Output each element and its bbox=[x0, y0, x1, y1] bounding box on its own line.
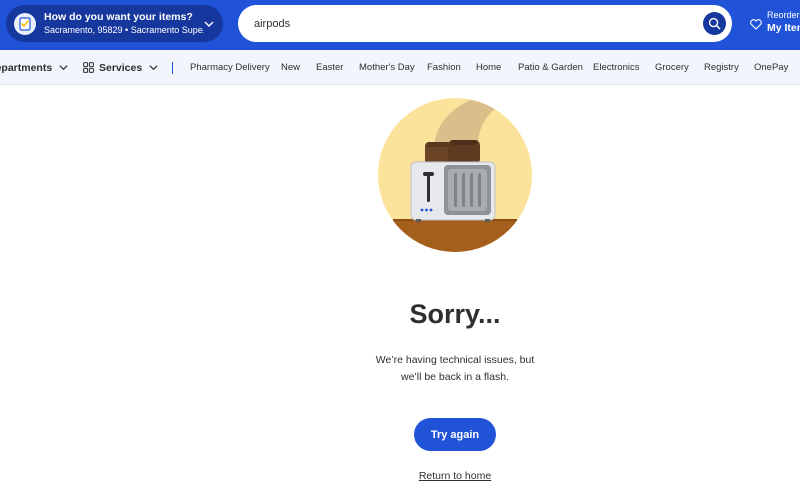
nav-link-patio-garden[interactable]: Patio & Garden bbox=[518, 50, 583, 84]
nav-link-registry[interactable]: Registry bbox=[704, 50, 739, 84]
nav-link-electronics[interactable]: Electronics bbox=[593, 50, 639, 84]
error-message-line-1: We’re having technical issues, but bbox=[375, 354, 535, 366]
error-title: Sorry... bbox=[409, 299, 501, 329]
reorder-label: Reorder bbox=[767, 10, 800, 20]
category-nav: Departments Services Pharmacy Delivery N… bbox=[0, 50, 800, 85]
search-icon bbox=[708, 17, 721, 30]
services-label: Services bbox=[99, 61, 143, 74]
nav-link-fashion[interactable]: Fashion bbox=[427, 50, 461, 84]
header: How do you want your items? Sacramento, … bbox=[0, 0, 800, 50]
error-message-line-2: we’ll be back in a flash. bbox=[401, 371, 509, 383]
try-again-button[interactable]: Try again bbox=[414, 418, 496, 451]
chevron-down-icon bbox=[203, 17, 215, 35]
nav-link-onepay[interactable]: OnePay bbox=[754, 50, 788, 84]
nav-link-pharmacy-delivery[interactable]: Pharmacy Delivery bbox=[190, 50, 270, 84]
nav-divider bbox=[172, 62, 173, 74]
services-menu[interactable]: Services bbox=[83, 50, 159, 84]
nav-link-mothers-day[interactable]: Mother's Day bbox=[359, 50, 415, 84]
search-input[interactable] bbox=[254, 17, 694, 30]
delivery-location: Sacramento, 95829 • Sacramento Supe... bbox=[44, 25, 204, 36]
heart-icon bbox=[750, 17, 762, 35]
nav-link-easter[interactable]: Easter bbox=[316, 50, 343, 84]
grid-icon bbox=[83, 62, 94, 73]
nav-link-home[interactable]: Home bbox=[476, 50, 501, 84]
toaster-illustration bbox=[378, 98, 532, 252]
nav-link-new[interactable]: New bbox=[281, 50, 300, 84]
delivery-title: How do you want your items? bbox=[44, 11, 193, 24]
departments-menu[interactable]: Departments bbox=[0, 50, 69, 84]
departments-label: Departments bbox=[0, 61, 53, 74]
search-bar bbox=[238, 5, 732, 42]
nav-link-grocery[interactable]: Grocery bbox=[655, 50, 689, 84]
error-message: We’re having technical issues, but we’ll… bbox=[330, 352, 580, 386]
chevron-down-icon bbox=[58, 62, 69, 73]
my-items-label: My Items bbox=[767, 22, 800, 34]
return-to-home-link[interactable]: Return to home bbox=[405, 470, 505, 482]
search-button[interactable] bbox=[703, 12, 726, 35]
reorder-my-items[interactable]: Reorder My Items bbox=[750, 9, 800, 39]
chevron-down-icon bbox=[148, 62, 159, 73]
delivery-selector[interactable]: How do you want your items? Sacramento, … bbox=[6, 5, 223, 42]
checklist-icon bbox=[14, 12, 36, 35]
